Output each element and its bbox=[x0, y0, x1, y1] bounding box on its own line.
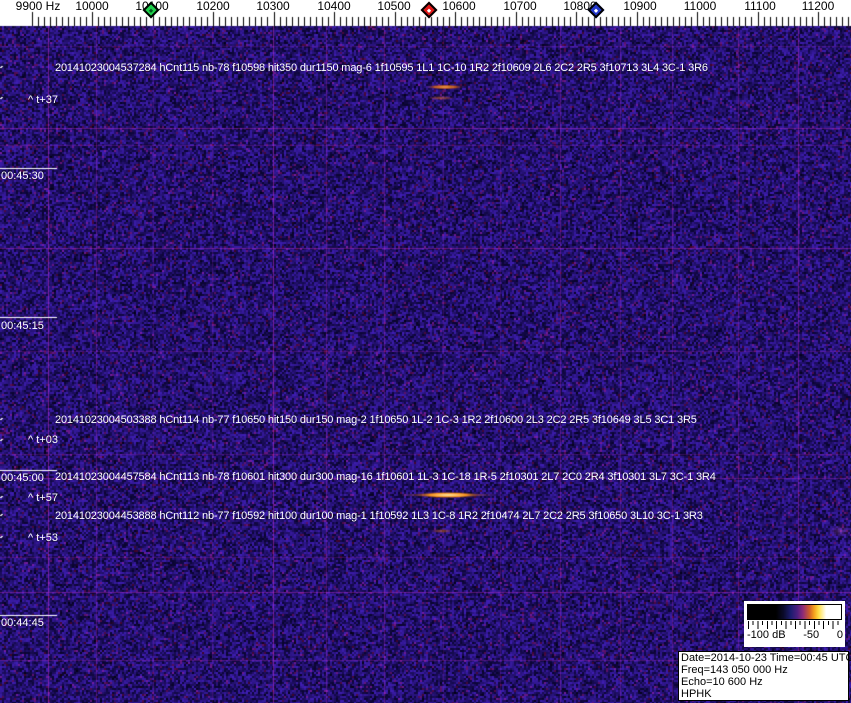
freq-tick-label: 10700 bbox=[503, 0, 537, 13]
event-annotation: 20141023004453888 hCnt112 nb-77 f10592 h… bbox=[55, 510, 703, 522]
event-time-offset: ^ t+57 bbox=[28, 492, 58, 504]
freq-tick-label: 11000 bbox=[683, 0, 717, 13]
freq-tick-label: 11100 bbox=[744, 0, 776, 13]
freq-line: Freq=143 050 000 Hz bbox=[681, 664, 788, 676]
event-time-offset: ^ t+37 bbox=[28, 94, 58, 106]
db-scale-max-label: 0 bbox=[836, 629, 843, 641]
echo-line: Echo=10 600 Hz bbox=[681, 676, 763, 688]
status-info-box: Date=2014-10-23 Time=00:45 UTC Freq=143 … bbox=[678, 651, 851, 701]
freq-tick-label: 10600 bbox=[442, 0, 476, 13]
freq-tick-label: 10300 bbox=[256, 0, 290, 13]
freq-tick-label: 10200 bbox=[196, 0, 230, 13]
db-scale-min-label: -100 dB bbox=[747, 629, 786, 641]
time-label: 00:45:30 bbox=[1, 170, 44, 182]
event-time-offset: ^ t+53 bbox=[28, 532, 58, 544]
event-annotation: 20141023004537284 hCnt115 nb-78 f10598 h… bbox=[55, 62, 708, 74]
freq-tick-label: 9900 Hz bbox=[15, 0, 61, 13]
time-label: 00:45:15 bbox=[1, 320, 44, 332]
freq-tick-label: 10500 bbox=[377, 0, 411, 13]
db-color-scale: -100 dB -50 0 bbox=[744, 601, 845, 647]
meteor-echo-spectrogram-app: 9900 Hz 10000 10100 10200 10300 10400 10… bbox=[0, 0, 851, 703]
event-annotation: 20141023004503388 hCnt114 nb-77 f10650 h… bbox=[55, 414, 697, 426]
frequency-ruler[interactable]: 9900 Hz 10000 10100 10200 10300 10400 10… bbox=[0, 0, 851, 26]
red-diamond-marker-icon[interactable] bbox=[420, 1, 438, 19]
colormap-tick-ruler bbox=[748, 621, 841, 629]
db-scale-mid-label: -50 bbox=[803, 629, 820, 641]
event-annotation: 20141023004457584 hCnt113 nb-78 f10601 h… bbox=[55, 471, 716, 483]
date-time-line: Date=2014-10-23 Time=00:45 UTC bbox=[681, 652, 851, 664]
freq-tick-label: 10400 bbox=[317, 0, 351, 13]
freq-tick-label: 11200 bbox=[801, 0, 835, 13]
freq-tick-label: 10000 bbox=[75, 0, 109, 13]
freq-tick-label: 10900 bbox=[623, 0, 657, 13]
spectrogram-waterfall-canvas[interactable] bbox=[0, 0, 851, 703]
time-label: 00:45:00 bbox=[1, 472, 44, 484]
time-label: 00:44:45 bbox=[1, 617, 44, 629]
event-time-offset: ^ t+03 bbox=[28, 434, 58, 446]
station-id: HPHK bbox=[681, 688, 712, 700]
colormap-gradient-bar bbox=[747, 604, 842, 620]
